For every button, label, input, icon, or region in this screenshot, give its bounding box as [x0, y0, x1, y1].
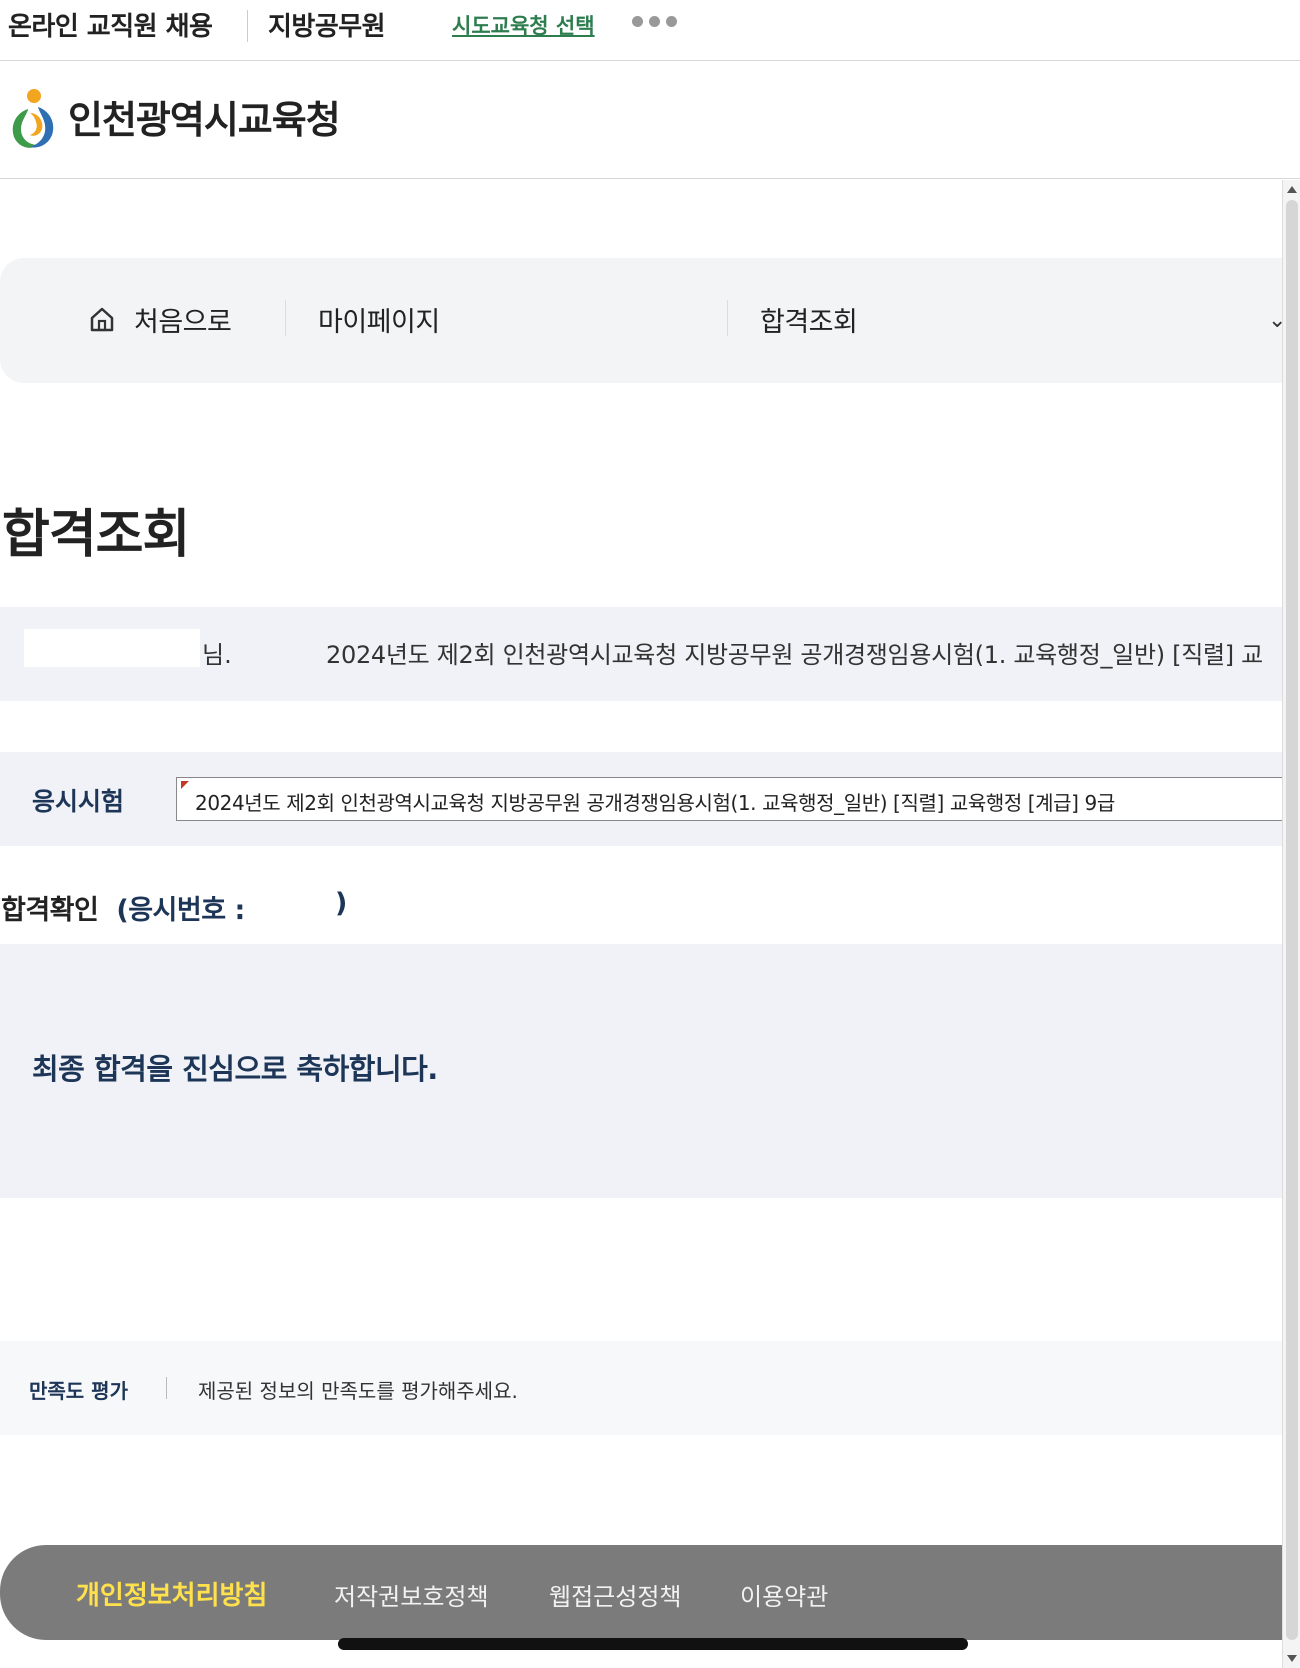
- scroll-thumb[interactable]: [1286, 200, 1298, 1640]
- greeting-suffix: 님.: [202, 641, 232, 669]
- footer-link-copyright[interactable]: 저작권보호정책: [334, 1577, 489, 1612]
- survey-label: 만족도 평가: [29, 1379, 128, 1403]
- header: 인천광역시교육청: [0, 61, 1300, 179]
- region-select-link[interactable]: 시도교육청 선택: [452, 10, 595, 40]
- more-icon[interactable]: [632, 16, 677, 27]
- top-link-online-recruitment[interactable]: 온라인 교직원 채용: [8, 6, 213, 43]
- scroll-up-icon[interactable]: [1287, 186, 1297, 193]
- org-name[interactable]: 인천광역시교육청: [68, 89, 341, 144]
- divider: [166, 1377, 167, 1399]
- exam-select[interactable]: 2024년도 제2회 인천광역시교육청 지방공무원 공개경쟁임용시험(1. 교육…: [176, 777, 1282, 821]
- footer: 개인정보처리방침 저작권보호정책 웹접근성정책 이용약관: [0, 1545, 1282, 1640]
- home-icon[interactable]: [88, 305, 116, 333]
- breadcrumb-result-lookup[interactable]: 합격조회: [760, 300, 858, 339]
- satisfaction-survey: 만족도 평가 제공된 정보의 만족도를 평가해주세요.: [0, 1341, 1282, 1435]
- required-marker: [181, 781, 189, 789]
- greeting-box: 님. 2024년도 제2회 인천광역시교육청 지방공무원 공개경쟁임용시험(1.…: [0, 607, 1282, 701]
- redacted-name: [24, 629, 200, 667]
- scroll-down-icon[interactable]: [1287, 1655, 1297, 1662]
- greeting-exam-text: 2024년도 제2회 인천광역시교육청 지방공무원 공개경쟁임용시험(1. 교육…: [326, 641, 1263, 669]
- exam-select-value: 2024년도 제2회 인천광역시교육청 지방공무원 공개경쟁임용시험(1. 교육…: [195, 791, 1115, 815]
- footer-link-privacy[interactable]: 개인정보처리방침: [76, 1575, 267, 1612]
- breadcrumb: 처음으로 마이페이지 합격조회 ⌄: [0, 258, 1286, 383]
- footer-link-terms[interactable]: 이용약관: [740, 1577, 828, 1612]
- top-utility-bar: 온라인 교직원 채용 지방공무원 시도교육청 선택: [0, 0, 1300, 61]
- result-title-text: 합격확인: [1, 895, 99, 926]
- result-message: 최종 합격을 진심으로 축하합니다.: [32, 1052, 438, 1086]
- result-panel: 최종 합격을 진심으로 축하합니다.: [0, 944, 1282, 1198]
- divider: [247, 10, 248, 42]
- vertical-scrollbar[interactable]: [1282, 180, 1300, 1668]
- breadcrumb-mypage[interactable]: 마이페이지: [318, 300, 440, 339]
- applicant-number-label: (응시번호 :: [116, 895, 245, 926]
- page-title: 합격조회: [2, 505, 190, 565]
- logo-icon[interactable]: [8, 87, 58, 153]
- survey-text: 제공된 정보의 만족도를 평가해주세요.: [198, 1379, 518, 1403]
- divider: [285, 300, 286, 336]
- home-indicator: [338, 1638, 968, 1650]
- applicant-number-close: ): [335, 888, 347, 919]
- chevron-down-icon[interactable]: ⌄: [1268, 308, 1286, 333]
- footer-link-accessibility[interactable]: 웹접근성정책: [549, 1577, 681, 1612]
- exam-select-label: 응시시험: [32, 787, 125, 816]
- breadcrumb-home[interactable]: 처음으로: [134, 300, 232, 339]
- result-section-title: 합격확인 (응시번호 : ): [1, 888, 347, 927]
- exam-select-row: 응시시험 2024년도 제2회 인천광역시교육청 지방공무원 공개경쟁임용시험(…: [0, 752, 1282, 846]
- top-link-local-official[interactable]: 지방공무원: [268, 6, 386, 43]
- divider: [727, 300, 728, 336]
